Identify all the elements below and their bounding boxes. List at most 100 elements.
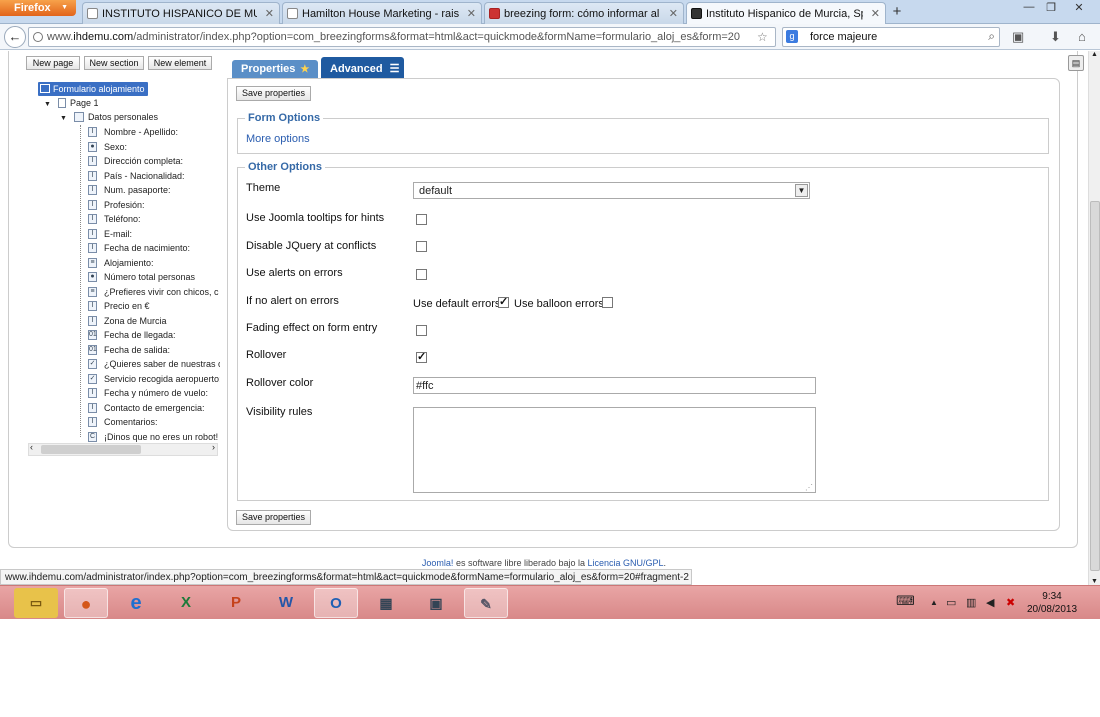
word-icon[interactable]: W xyxy=(264,588,308,618)
keyboard-icon[interactable]: ⌨ xyxy=(896,593,915,609)
tree-section-node[interactable]: ▼ Datos personales xyxy=(60,110,158,124)
scrollbar-thumb[interactable] xyxy=(41,445,141,454)
tree-item[interactable]: ≡ ¿Prefieres vivir con chicos, c xyxy=(88,285,220,299)
firefox-menu-button[interactable]: Firefox ▼ xyxy=(0,0,76,16)
bookmark-star-icon[interactable]: ☆ xyxy=(757,30,768,44)
network-icon[interactable]: ▥ xyxy=(966,596,976,609)
close-icon[interactable]: ✕ xyxy=(871,7,880,20)
internet-explorer-icon[interactable]: e xyxy=(114,588,158,618)
url-bar[interactable]: www.ihdemu.com/administrator/index.php?o… xyxy=(28,27,776,47)
firefox-icon[interactable]: ● xyxy=(64,588,108,618)
toolbar-window-icon[interactable]: ▣ xyxy=(1012,29,1024,45)
tree-item[interactable]: I Fecha de nacimiento: xyxy=(88,241,220,255)
taskbar-clock[interactable]: 9:34 20/08/2013 xyxy=(1026,590,1078,616)
more-options-link[interactable]: More options xyxy=(246,133,310,145)
resize-grip-icon[interactable]: ⋰ xyxy=(805,483,813,492)
tab-hamilton-house[interactable]: Hamilton House Marketing - raising r... … xyxy=(282,2,482,24)
network-app-icon[interactable]: ▣ xyxy=(414,588,458,618)
use-default-errors-checkbox[interactable] xyxy=(498,295,509,308)
tab-instituto-spanish[interactable]: Instituto Hispanico de Murcia, Spanis...… xyxy=(686,2,886,24)
tree-horizontal-scrollbar[interactable]: ‹ › xyxy=(28,442,218,456)
tree-item[interactable]: ✓ Servicio recogida aeropuerto: xyxy=(88,372,220,386)
form-structure-tree: Formulario alojamiento ▼ Page 1 ▼ Datos pe… xyxy=(20,77,220,459)
rollover-color-input[interactable]: #ffc xyxy=(413,377,816,394)
google-icon[interactable]: g xyxy=(786,30,798,43)
close-icon[interactable]: ✕ xyxy=(669,7,678,20)
joomla-tooltips-checkbox[interactable] xyxy=(416,214,427,225)
tree-root-node[interactable]: Formulario alojamiento xyxy=(38,82,148,96)
fading-effect-checkbox[interactable] xyxy=(416,325,427,336)
new-page-button[interactable]: New page xyxy=(26,56,80,70)
page-vertical-scrollbar[interactable]: ▲ ▼ xyxy=(1088,51,1100,585)
close-icon[interactable]: ✕ xyxy=(265,7,274,20)
tree-item[interactable]: I Nombre - Apellido: xyxy=(88,125,220,139)
scroll-right-icon[interactable]: › xyxy=(212,442,215,452)
tree-item[interactable]: ● Número total personas xyxy=(88,270,220,284)
save-properties-button-bottom[interactable]: Save properties xyxy=(236,510,311,525)
file-explorer-icon[interactable]: ▭ xyxy=(14,588,58,618)
tree-item[interactable]: I Dirección completa: xyxy=(88,154,220,168)
tree-item[interactable]: I Teléfono: xyxy=(88,212,220,226)
close-window-icon[interactable]: ✕ xyxy=(1068,1,1090,14)
show-hidden-icons-icon[interactable]: ▲ xyxy=(930,598,938,607)
sidebar-toggle-icon[interactable]: ▤ xyxy=(1068,55,1084,71)
tree-item[interactable]: I Profesión: xyxy=(88,198,220,212)
tree-item[interactable]: ✓ ¿Quieres saber de nuestras c xyxy=(88,357,220,371)
scrollbar-thumb[interactable] xyxy=(1090,201,1100,571)
tree-item[interactable]: I Zona de Murcia xyxy=(88,314,220,328)
search-query: force majeure xyxy=(810,31,878,43)
home-icon[interactable]: ⌂ xyxy=(1078,29,1086,44)
action-center-icon[interactable]: ▭ xyxy=(946,596,956,609)
tab-advanced[interactable]: Advanced ☰ xyxy=(321,57,404,79)
tree-item[interactable]: 01 Fecha de llegada: xyxy=(88,328,220,342)
tree-item[interactable]: I País - Nacionalidad: xyxy=(88,169,220,183)
tab-instituto-hispanico[interactable]: INSTITUTO HISPANICO DE MURCIA ✕ xyxy=(82,2,280,24)
disable-jquery-checkbox[interactable] xyxy=(416,241,427,252)
rollover-checkbox[interactable] xyxy=(416,350,427,363)
expand-triangle-icon[interactable]: ▼ xyxy=(44,101,51,108)
scroll-up-icon[interactable]: ▲ xyxy=(1091,51,1098,58)
tree-item[interactable]: 01 Fecha de salida: xyxy=(88,343,220,357)
use-balloon-errors-checkbox[interactable] xyxy=(602,297,613,308)
tab-properties[interactable]: Properties ★ xyxy=(232,60,318,79)
search-bar[interactable]: g force majeure ⌕ xyxy=(782,27,1000,47)
minimize-icon[interactable]: — xyxy=(1018,1,1040,13)
expand-triangle-icon[interactable]: ▼ xyxy=(60,115,67,122)
theme-select[interactable]: default ▼ xyxy=(413,182,810,199)
visibility-rules-textarea[interactable]: ⋰ xyxy=(413,407,816,493)
tree-page-node[interactable]: ▼ Page 1 xyxy=(44,96,98,110)
close-icon[interactable]: ✕ xyxy=(467,7,476,20)
back-arrow-icon[interactable]: ← xyxy=(4,26,26,48)
use-alerts-checkbox[interactable] xyxy=(416,269,427,280)
tree-item[interactable]: I Contacto de emergencia: xyxy=(88,401,220,415)
save-properties-button-top[interactable]: Save properties xyxy=(236,86,311,101)
excel-icon[interactable]: X xyxy=(164,588,208,618)
tree-item[interactable]: I E-mail: xyxy=(88,227,220,241)
license-link[interactable]: Licencia GNU/GPL xyxy=(588,558,664,568)
paint-icon[interactable]: ✎ xyxy=(464,588,508,618)
new-section-button[interactable]: New section xyxy=(84,56,144,70)
tree-item[interactable]: I Fecha y número de vuelo: xyxy=(88,386,220,400)
outlook-icon[interactable]: O xyxy=(314,588,358,618)
tree-item[interactable]: C ¡Dinos que no eres un robot! xyxy=(88,430,220,444)
joomla-link[interactable]: Joomla! xyxy=(422,558,454,568)
scroll-down-icon[interactable]: ▼ xyxy=(1091,578,1098,585)
download-icon[interactable]: ⬇ xyxy=(1050,29,1061,45)
new-element-button[interactable]: New element xyxy=(148,56,212,70)
scroll-left-icon[interactable]: ‹ xyxy=(30,442,33,452)
tree-item[interactable]: I Num. pasaporte: xyxy=(88,183,220,197)
security-alert-icon[interactable]: ✖ xyxy=(1006,596,1015,609)
volume-icon[interactable]: ◀ xyxy=(986,596,994,609)
tab-breezing-form[interactable]: breezing form: cómo informar al clie... … xyxy=(484,2,684,24)
tree-item[interactable]: I Comentarios: xyxy=(88,415,220,429)
tree-item[interactable]: ≡ Alojamiento: xyxy=(88,256,220,270)
chevron-down-icon[interactable]: ▼ xyxy=(795,184,808,197)
tree-item[interactable]: ● Sexo: xyxy=(88,140,220,154)
new-tab-plus-icon[interactable]: + xyxy=(886,3,908,22)
tree-item[interactable]: I Precio en € xyxy=(88,299,220,313)
calculator-icon[interactable]: ▦ xyxy=(364,588,408,618)
tree-item-label: ¡Dinos que no eres un robot! xyxy=(104,431,219,442)
search-icon[interactable]: ⌕ xyxy=(988,29,995,44)
maximize-icon[interactable]: ❐ xyxy=(1040,1,1062,14)
powerpoint-icon[interactable]: P xyxy=(214,588,258,618)
